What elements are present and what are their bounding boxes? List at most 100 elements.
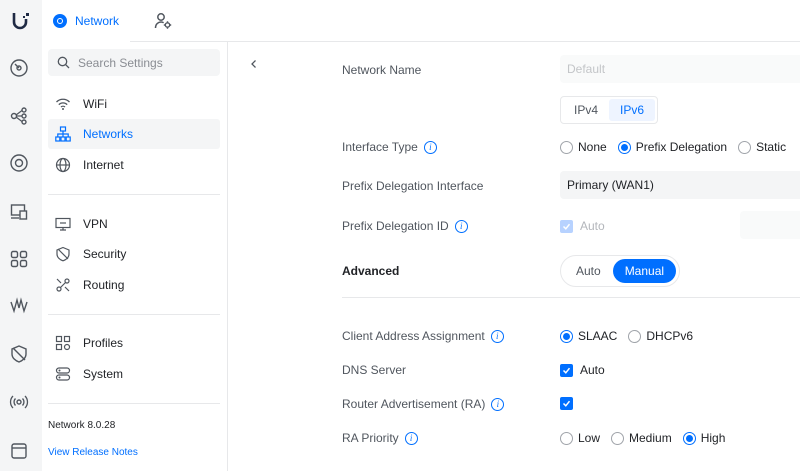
collapse-sidebar-button[interactable]	[244, 54, 264, 74]
ipv6-tab[interactable]: IPv6	[609, 99, 656, 121]
sidebar-item-label: Internet	[83, 158, 124, 172]
ra-priority-high-radio[interactable]: High	[682, 431, 726, 445]
radio-circle	[560, 329, 573, 343]
interface-type-label: Interface Type i	[342, 140, 437, 154]
top-bar: Network	[0, 0, 800, 42]
radio-circle	[611, 431, 625, 445]
network-app-tab[interactable]: Network	[42, 0, 130, 42]
sidebar-item-wifi[interactable]: WiFi	[48, 89, 220, 119]
dashboard-icon[interactable]	[9, 58, 29, 78]
search-box[interactable]	[48, 49, 220, 76]
sidebar-divider	[48, 314, 220, 315]
checkbox-label: Auto	[580, 219, 605, 233]
advanced-auto-option[interactable]: Auto	[564, 259, 613, 283]
radio-label: None	[578, 140, 607, 154]
settings-sidebar: WiFi Networks Internet VPN Security Rout…	[42, 42, 228, 471]
profiles-icon	[55, 335, 71, 351]
info-icon[interactable]: i	[423, 140, 437, 154]
system-icon	[55, 366, 71, 382]
radio-label: Medium	[629, 431, 672, 445]
select-value: Primary (WAN1)	[567, 178, 654, 192]
radio-label: Prefix Delegation	[635, 140, 728, 154]
ubiquiti-logo-icon	[12, 13, 29, 30]
sidebar-item-label: System	[83, 367, 124, 381]
globe-icon	[55, 157, 71, 173]
client-address-assignment-label: Client Address Assignment i	[342, 329, 504, 343]
network-name-label: Network Name	[342, 63, 422, 77]
client-address-assignment-options: SLAAC DHCPv6	[560, 329, 704, 343]
dhcpv6-radio[interactable]: DHCPv6	[628, 329, 693, 343]
dns-server-auto-checkbox[interactable]	[560, 363, 573, 377]
sidebar-item-routing[interactable]: Routing	[48, 270, 220, 300]
sidebar-item-system[interactable]: System	[48, 359, 220, 389]
sidebar-item-label: Routing	[83, 278, 125, 292]
sidebar-item-internet[interactable]: Internet	[48, 150, 220, 180]
advanced-label: Advanced	[342, 264, 400, 278]
wifi-icon	[55, 96, 71, 112]
prefix-delegation-id-label: Prefix Delegation ID i	[342, 219, 468, 233]
sidebar-item-vpn[interactable]: VPN	[48, 209, 220, 239]
release-notes-link[interactable]: View Release Notes	[48, 447, 138, 458]
sidebar-item-label: Security	[83, 247, 127, 261]
info-icon[interactable]: i	[454, 219, 468, 233]
ra-priority-low-radio[interactable]: Low	[560, 431, 600, 445]
ipv4-tab[interactable]: IPv4	[563, 99, 609, 121]
apps-icon[interactable]	[9, 249, 29, 269]
slaac-radio[interactable]: SLAAC	[560, 329, 617, 343]
prefix-delegation-id-field[interactable]	[740, 211, 800, 239]
search-input[interactable]	[78, 55, 218, 70]
networks-icon	[55, 126, 71, 142]
interface-type-static-radio[interactable]: Static	[738, 140, 786, 154]
sidebar-item-label: VPN	[83, 217, 108, 231]
interface-type-none-radio[interactable]: None	[560, 140, 607, 154]
radio-label: High	[700, 431, 726, 445]
sidebar-item-label: Networks	[83, 127, 134, 141]
protect-icon[interactable]	[9, 344, 29, 364]
radio-label: Low	[578, 431, 601, 445]
sidebar-divider	[48, 194, 220, 195]
app-rail	[0, 42, 42, 471]
prefix-delegation-interface-select[interactable]: Primary (WAN1)	[560, 171, 800, 199]
network-name-field[interactable]: Default	[560, 55, 800, 83]
info-icon[interactable]: i	[491, 397, 505, 411]
radio-label: Static	[756, 140, 787, 154]
info-icon[interactable]: i	[490, 329, 504, 343]
settings-icon[interactable]	[9, 441, 29, 461]
ip-version-switch: IPv4 IPv6	[560, 96, 659, 124]
sidebar-item-label: WiFi	[83, 97, 107, 111]
router-advertisement-toggle	[560, 397, 580, 410]
top-bar-divider	[130, 41, 800, 42]
topology-icon[interactable]	[9, 106, 29, 126]
info-icon[interactable]: i	[404, 431, 418, 445]
sidebar-item-networks[interactable]: Networks	[48, 119, 220, 149]
sidebar-item-label: Profiles	[83, 336, 124, 350]
dns-server-auto: Auto	[560, 363, 605, 377]
ubiquiti-logo[interactable]	[0, 0, 42, 42]
prefix-delegation-interface-label: Prefix Delegation Interface	[342, 179, 484, 193]
advanced-manual-option[interactable]: Manual	[612, 259, 677, 283]
advanced-mode-switch: Auto Manual	[560, 255, 681, 287]
interface-type-options: None Prefix Delegation Static	[560, 140, 797, 154]
devices-icon[interactable]	[9, 202, 29, 222]
routing-icon	[55, 277, 71, 293]
clients-icon[interactable]	[9, 153, 29, 173]
interface-type-prefix-delegation-radio[interactable]: Prefix Delegation	[617, 140, 728, 154]
radio-icon[interactable]	[9, 392, 29, 412]
radio-circle	[738, 140, 752, 154]
chevron-left-icon	[251, 60, 256, 68]
insights-icon[interactable]	[9, 296, 29, 316]
search-icon	[57, 56, 70, 69]
sidebar-item-security[interactable]: Security	[48, 239, 220, 269]
admin-settings-icon[interactable]	[154, 12, 172, 30]
checkbox-label: Auto	[580, 363, 605, 377]
radio-circle	[560, 431, 573, 445]
radio-circle	[617, 140, 631, 154]
ra-priority-medium-radio[interactable]: Medium	[611, 431, 672, 445]
radio-label: DHCPv6	[646, 329, 694, 343]
router-advertisement-checkbox[interactable]	[560, 397, 573, 410]
router-advertisement-label: Router Advertisement (RA) i	[342, 397, 505, 411]
ra-priority-label: RA Priority i	[342, 431, 418, 445]
sidebar-item-profiles[interactable]: Profiles	[48, 328, 220, 358]
prefix-delegation-id-auto-checkbox[interactable]	[560, 219, 573, 233]
network-app-icon	[53, 14, 67, 28]
